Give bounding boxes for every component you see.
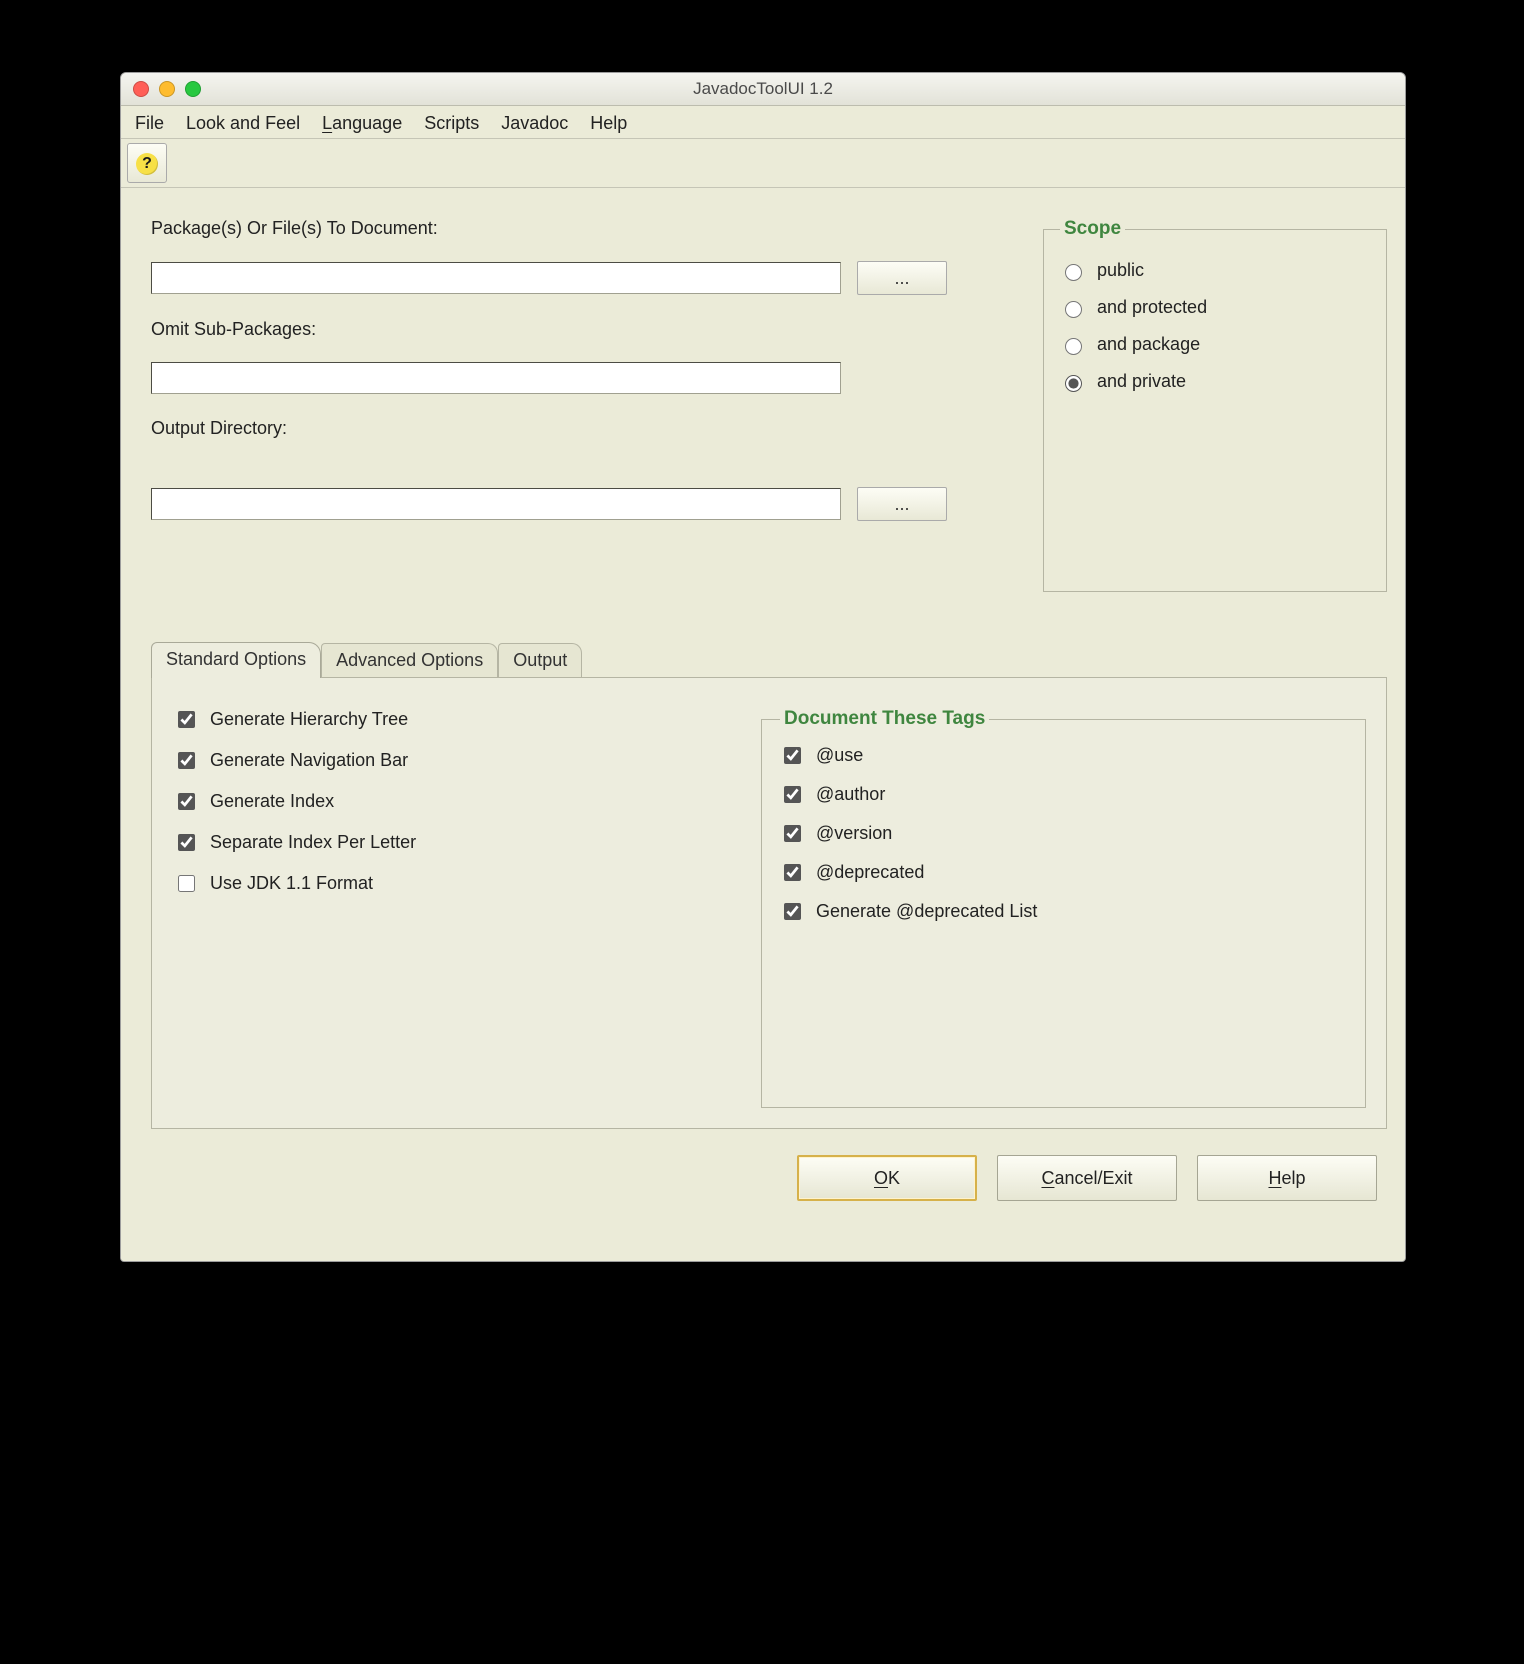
close-icon[interactable]	[133, 81, 149, 97]
tag-author[interactable]: @author	[780, 783, 1347, 806]
menubar: File Look and Feel Language Scripts Java…	[121, 106, 1405, 138]
ok-button[interactable]: OK	[797, 1155, 977, 1201]
tag-deprecated[interactable]: @deprecated	[780, 861, 1347, 884]
packages-label: Package(s) Or File(s) To Document:	[151, 218, 1013, 239]
help-button[interactable]: Help	[1197, 1155, 1377, 1201]
scope-package-radio[interactable]	[1065, 338, 1082, 355]
tabs: Standard Options Advanced Options Output…	[151, 642, 1387, 1129]
opt-separate-index[interactable]: Separate Index Per Letter	[174, 831, 741, 854]
menu-language[interactable]: Language	[322, 113, 402, 134]
window-controls	[121, 81, 201, 97]
toolbar-help-button[interactable]: ?	[127, 143, 167, 183]
cancel-button[interactable]: Cancel/Exit	[997, 1155, 1177, 1201]
omit-label: Omit Sub-Packages:	[151, 319, 1013, 340]
tag-version[interactable]: @version	[780, 822, 1347, 845]
tag-deprecated-list[interactable]: Generate @deprecated List	[780, 900, 1347, 923]
packages-browse-button[interactable]: ...	[857, 261, 947, 295]
menu-file[interactable]: File	[135, 113, 164, 134]
opt-index[interactable]: Generate Index	[174, 790, 741, 813]
input-form: Package(s) Or File(s) To Document: ... O…	[151, 218, 1023, 592]
omit-input[interactable]	[151, 362, 841, 394]
document-tags-legend: Document These Tags	[780, 708, 989, 730]
scope-public-radio[interactable]	[1065, 264, 1082, 281]
toolbar: ?	[121, 138, 1405, 188]
opt-hierarchy[interactable]: Generate Hierarchy Tree	[174, 708, 741, 731]
scope-group: Scope public and protected and package	[1043, 218, 1387, 592]
minimize-icon[interactable]	[159, 81, 175, 97]
scope-protected-radio[interactable]	[1065, 301, 1082, 318]
scope-public[interactable]: public	[1060, 260, 1370, 281]
output-dir-input[interactable]	[151, 488, 841, 520]
dialog-buttons: OK Cancel/Exit Help	[151, 1155, 1387, 1201]
menu-look-and-feel[interactable]: Look and Feel	[186, 113, 300, 134]
scope-legend: Scope	[1060, 218, 1125, 240]
standard-options-list: Generate Hierarchy Tree Generate Navigat…	[174, 708, 741, 1108]
tab-standard-options[interactable]: Standard Options	[151, 642, 321, 678]
output-dir-browse-button[interactable]: ...	[857, 487, 947, 521]
scope-package[interactable]: and package	[1060, 334, 1370, 355]
content-area: Package(s) Or File(s) To Document: ... O…	[121, 188, 1405, 1225]
tab-panel-standard: Generate Hierarchy Tree Generate Navigat…	[151, 677, 1387, 1129]
window-title: JavadocToolUI 1.2	[121, 79, 1405, 99]
packages-input[interactable]	[151, 262, 841, 294]
titlebar: JavadocToolUI 1.2	[121, 73, 1405, 106]
scope-private[interactable]: and private	[1060, 371, 1370, 392]
tab-output[interactable]: Output	[498, 643, 582, 677]
menu-scripts[interactable]: Scripts	[424, 113, 479, 134]
menu-javadoc[interactable]: Javadoc	[501, 113, 568, 134]
scope-protected[interactable]: and protected	[1060, 297, 1370, 318]
help-icon: ?	[136, 151, 158, 175]
zoom-icon[interactable]	[185, 81, 201, 97]
app-window: JavadocToolUI 1.2 File Look and Feel Lan…	[120, 72, 1406, 1262]
scope-private-radio[interactable]	[1065, 375, 1082, 392]
document-tags-group: Document These Tags @use @author @versio…	[761, 708, 1366, 1108]
opt-navbar[interactable]: Generate Navigation Bar	[174, 749, 741, 772]
menu-help[interactable]: Help	[590, 113, 627, 134]
tab-advanced-options[interactable]: Advanced Options	[321, 643, 498, 677]
output-dir-label: Output Directory:	[151, 418, 1013, 439]
opt-jdk11[interactable]: Use JDK 1.1 Format	[174, 872, 741, 895]
tag-use[interactable]: @use	[780, 744, 1347, 767]
